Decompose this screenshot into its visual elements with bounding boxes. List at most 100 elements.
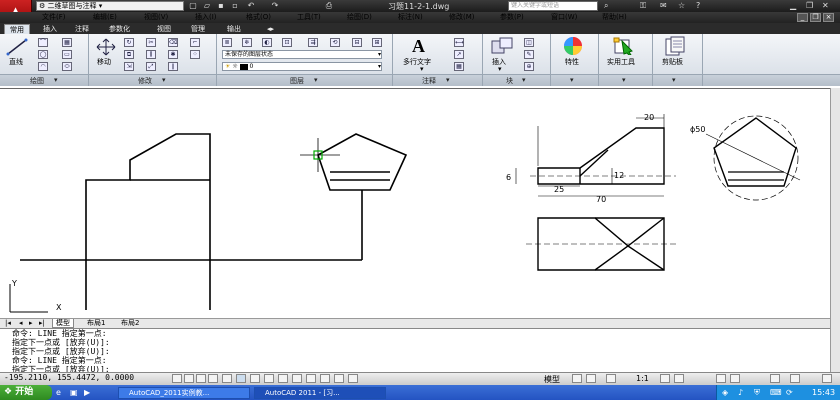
help-icon[interactable]: ?	[696, 1, 700, 10]
fillet-icon[interactable]: ⌐	[190, 38, 200, 47]
start-button[interactable]: ❖ 开始	[0, 385, 52, 400]
quick-view-layouts-icon[interactable]	[572, 374, 582, 383]
table-icon[interactable]: ▦	[454, 62, 464, 71]
dyn-icon[interactable]	[292, 374, 302, 383]
workspace-switching-icon[interactable]	[716, 374, 726, 383]
utilities-icon[interactable]	[612, 37, 636, 55]
hardware-acceleration-icon[interactable]	[770, 374, 780, 383]
linear-dimension-icon[interactable]: ⟷	[454, 38, 464, 47]
layout-nav-first-icon[interactable]: |◂	[2, 319, 14, 328]
clock[interactable]: 15:43	[812, 388, 835, 397]
save-icon[interactable]: ▪	[216, 1, 226, 11]
model-space-button[interactable]: 模型	[544, 374, 560, 385]
edit-block-icon[interactable]: ✎	[524, 50, 534, 59]
menu-draw[interactable]: 绘图(D)	[347, 13, 372, 22]
chevron-down-icon[interactable]: ▾	[498, 65, 502, 73]
menu-view[interactable]: 视图(V)	[144, 13, 168, 22]
plot-icon[interactable]: ⎙	[324, 1, 334, 11]
create-block-icon[interactable]: ◫	[524, 38, 534, 47]
properties-palette-icon[interactable]	[562, 36, 584, 56]
tray-network-icon[interactable]: ◈	[722, 388, 728, 397]
menu-modify[interactable]: 修改(M)	[449, 13, 475, 22]
utilities-button-label[interactable]: 实用工具	[607, 57, 635, 67]
insert-block-icon[interactable]	[490, 37, 514, 55]
chevron-down-icon[interactable]: ▾	[672, 76, 676, 84]
communication-icon[interactable]: ✉	[660, 1, 667, 10]
array-icon[interactable]: ⁘	[190, 50, 200, 59]
grid-icon[interactable]	[196, 374, 206, 383]
osnap-icon[interactable]	[236, 374, 246, 383]
chevron-down-icon[interactable]: ▾	[522, 76, 526, 84]
layer-freeze-icon[interactable]: ❄	[242, 38, 252, 47]
transparency-icon[interactable]	[320, 374, 330, 383]
chevron-down-icon[interactable]: ▾	[446, 76, 450, 84]
tab-output[interactable]: 输出	[222, 24, 246, 34]
tray-ime-icon[interactable]: ⌨	[770, 388, 782, 397]
ortho-icon[interactable]	[208, 374, 218, 383]
lock-icon[interactable]	[730, 374, 740, 383]
chevron-down-icon[interactable]: ▾	[162, 76, 166, 84]
redo-icon[interactable]: ↷	[270, 1, 280, 11]
clipboard-button-label[interactable]: 剪贴板	[662, 57, 683, 67]
layer-walk-icon[interactable]: ⊞	[372, 38, 382, 47]
ellipse-icon[interactable]: ⬭	[62, 62, 72, 71]
tray-update-icon[interactable]: ⟳	[786, 388, 793, 397]
isolate-objects-icon[interactable]	[790, 374, 800, 383]
move-icon[interactable]	[96, 38, 116, 56]
layer-state-dropdown[interactable]: 未保存的图层状态 ▾	[222, 50, 382, 59]
properties-button-label[interactable]: 特性	[565, 57, 579, 67]
subscription-icon[interactable]: ⚿	[640, 1, 646, 11]
infer-constraints-icon[interactable]	[172, 374, 182, 383]
menu-dimension[interactable]: 标注(N)	[398, 13, 423, 22]
line-button-label[interactable]: 直线	[9, 57, 23, 67]
save-as-icon[interactable]: ▫	[230, 1, 240, 11]
line-icon[interactable]	[6, 38, 28, 56]
doc-minimize-icon[interactable]: _	[797, 13, 808, 22]
mtext-button-label[interactable]: 多行文字	[403, 57, 431, 67]
quick-view-drawings-icon[interactable]	[586, 374, 596, 383]
tab-layout2[interactable]: 布局2	[118, 319, 142, 328]
polyline-icon[interactable]: ⌒	[38, 38, 48, 47]
command-scrollbar[interactable]	[830, 328, 840, 372]
layout-nav-prev-icon[interactable]: ◂	[16, 319, 26, 328]
panel-draw-title[interactable]: 绘图	[30, 76, 44, 86]
annotation-scale-icon[interactable]	[606, 374, 616, 383]
layer-lock-icon[interactable]: ⊡	[282, 38, 292, 47]
ribbon-minimize-icon[interactable]: ◂▸	[262, 24, 279, 34]
layer-isolate-icon[interactable]: ⊟	[352, 38, 362, 47]
search-icon[interactable]: ⌕	[604, 1, 608, 11]
clipboard-icon[interactable]	[664, 36, 686, 56]
menu-edit[interactable]: 编辑(E)	[93, 13, 117, 22]
tab-insert[interactable]: 插入	[38, 24, 62, 34]
favorites-icon[interactable]: ☆	[678, 1, 685, 10]
close-icon[interactable]: ✕	[822, 1, 829, 10]
stretch-icon[interactable]: ⇲	[124, 62, 134, 71]
ducs-icon[interactable]	[278, 374, 288, 383]
quick-properties-icon[interactable]	[334, 374, 344, 383]
annotation-visibility-icon[interactable]	[660, 374, 670, 383]
erase-icon[interactable]: ⌫	[168, 38, 178, 47]
layer-match-icon[interactable]: ⇶	[308, 38, 318, 47]
offset-icon[interactable]: ∥	[168, 62, 178, 71]
layer-previous-icon[interactable]: ⟲	[330, 38, 340, 47]
hatch-icon[interactable]: ▦	[62, 38, 72, 47]
tab-layout1[interactable]: 布局1	[84, 319, 108, 328]
otrack-icon[interactable]	[264, 374, 274, 383]
explode-icon[interactable]: ✱	[168, 50, 178, 59]
layout-nav-last-icon[interactable]: ▸|	[36, 319, 48, 328]
taskbar-app-autocad[interactable]: AutoCAD 2011 - [习...	[254, 387, 386, 399]
menu-window[interactable]: 窗口(W)	[551, 13, 577, 22]
move-button-label[interactable]: 移动	[97, 57, 111, 67]
snap-icon[interactable]	[184, 374, 194, 383]
menu-tools[interactable]: 工具(T)	[297, 13, 321, 22]
scale-icon[interactable]: ⤢	[146, 62, 156, 71]
layer-properties-icon[interactable]: ≣	[222, 38, 232, 47]
restore-icon[interactable]: ❐	[806, 1, 813, 10]
tab-home[interactable]: 常用	[4, 24, 30, 34]
mtext-icon[interactable]: A	[412, 36, 425, 57]
chevron-down-icon[interactable]: ▾	[314, 76, 318, 84]
search-input[interactable]: 键入关键字或短语	[508, 1, 598, 11]
workspace-dropdown[interactable]: ⚙ 二维草图与注释 ▾	[36, 1, 184, 11]
menu-parameter[interactable]: 参数(P)	[500, 13, 524, 22]
mirror-icon[interactable]: ⫼	[146, 50, 156, 59]
